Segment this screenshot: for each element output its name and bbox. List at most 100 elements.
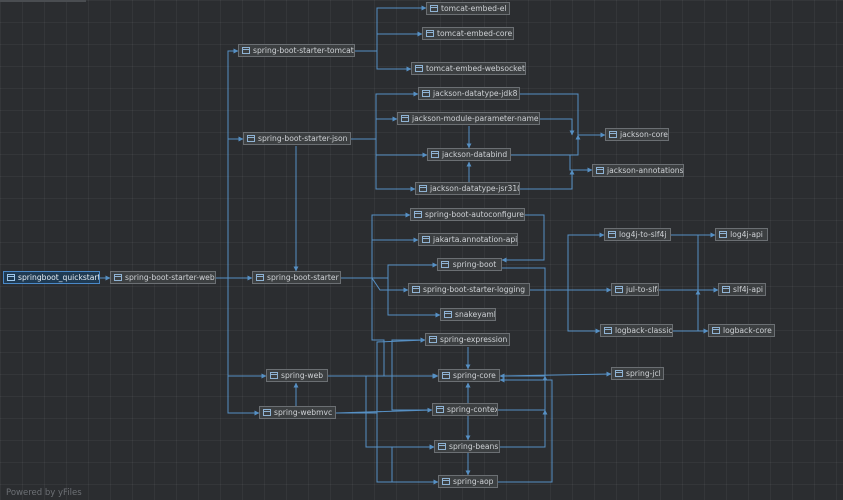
package-icon bbox=[419, 185, 427, 192]
node-label: logback-classic bbox=[615, 326, 673, 335]
node-label: spring-boot-starter-json bbox=[258, 134, 348, 143]
node-label: spring-context bbox=[447, 405, 498, 414]
node-tomcat-embed-websocket[interactable]: tomcat-embed-websocket bbox=[411, 62, 526, 75]
node-springboot-quickstart[interactable]: springboot_quickstart bbox=[3, 271, 100, 284]
node-log4j-api[interactable]: log4j-api bbox=[715, 228, 768, 241]
node-spring-boot-starter-json[interactable]: spring-boot-starter-json bbox=[243, 132, 351, 145]
node-label: slf4j-api bbox=[733, 285, 764, 294]
node-spring-boot[interactable]: spring-boot bbox=[437, 258, 502, 271]
node-label: spring-boot bbox=[452, 260, 497, 269]
package-icon bbox=[442, 478, 450, 485]
package-icon bbox=[436, 406, 444, 413]
node-spring-boot-starter-tomcat[interactable]: spring-boot-starter-tomcat bbox=[238, 44, 355, 57]
dependency-edges bbox=[100, 5, 719, 485]
node-spring-context[interactable]: spring-context bbox=[432, 403, 498, 416]
node-label: jackson-annotations bbox=[607, 166, 684, 175]
package-icon bbox=[722, 286, 730, 293]
package-icon bbox=[429, 336, 437, 343]
package-icon bbox=[604, 327, 612, 334]
node-label: jakarta.annotation-api bbox=[433, 235, 518, 244]
node-spring-boot-starter[interactable]: spring-boot-starter bbox=[252, 271, 341, 284]
node-spring-boot-starter-web[interactable]: spring-boot-starter-web bbox=[110, 271, 216, 284]
node-label: spring-expression bbox=[440, 335, 508, 344]
node-label: springboot_quickstart bbox=[18, 273, 100, 282]
node-label: spring-web bbox=[281, 371, 324, 380]
node-jackson-datatype-jsr310[interactable]: jackson-datatype-jsr310 bbox=[415, 182, 520, 195]
node-label: spring-webmvc bbox=[274, 408, 333, 417]
node-spring-boot-autoconfigure[interactable]: spring-boot-autoconfigure bbox=[410, 208, 525, 221]
node-label: tomcat-embed-el bbox=[441, 4, 507, 13]
package-icon bbox=[444, 311, 452, 318]
package-icon bbox=[247, 135, 255, 142]
node-logback-core[interactable]: logback-core bbox=[708, 324, 775, 337]
package-icon bbox=[415, 65, 423, 72]
package-icon bbox=[426, 30, 434, 37]
node-logback-classic[interactable]: logback-classic bbox=[600, 324, 673, 337]
node-jackson-databind[interactable]: jackson-databind bbox=[427, 148, 511, 161]
package-icon bbox=[719, 231, 727, 238]
node-tomcat-embed-core[interactable]: tomcat-embed-core bbox=[422, 27, 514, 40]
package-icon bbox=[422, 90, 430, 97]
node-label: spring-jcl bbox=[626, 369, 661, 378]
node-label: jackson-datatype-jsr310 bbox=[430, 184, 520, 193]
node-label: spring-beans bbox=[449, 442, 499, 451]
node-label: log4j-to-slf4j bbox=[619, 230, 667, 239]
node-label: spring-boot-starter-logging bbox=[423, 285, 526, 294]
node-label: jul-to-slf4j bbox=[626, 285, 658, 294]
node-spring-web[interactable]: spring-web bbox=[266, 369, 328, 382]
node-spring-webmvc[interactable]: spring-webmvc bbox=[259, 406, 336, 419]
node-label: jackson-databind bbox=[442, 150, 508, 159]
package-icon bbox=[442, 372, 450, 379]
node-spring-boot-starter-logging[interactable]: spring-boot-starter-logging bbox=[408, 283, 530, 296]
node-jul-to-slf4j[interactable]: jul-to-slf4j bbox=[611, 283, 659, 296]
node-label: logback-core bbox=[723, 326, 772, 335]
node-label: tomcat-embed-core bbox=[437, 29, 513, 38]
node-snakeyaml[interactable]: snakeyaml bbox=[440, 308, 496, 321]
package-icon bbox=[412, 286, 420, 293]
node-label: spring-boot-starter bbox=[267, 273, 339, 282]
node-tomcat-embed-el[interactable]: tomcat-embed-el bbox=[426, 2, 510, 15]
package-icon bbox=[608, 231, 616, 238]
node-spring-jcl[interactable]: spring-jcl bbox=[611, 367, 664, 380]
node-jackson-module-parameter-names[interactable]: jackson-module-parameter-names bbox=[397, 112, 540, 125]
package-icon bbox=[609, 131, 617, 138]
node-jackson-datatype-jdk8[interactable]: jackson-datatype-jdk8 bbox=[418, 87, 520, 100]
package-icon bbox=[414, 211, 422, 218]
node-jakarta-annotation-api[interactable]: jakarta.annotation-api bbox=[418, 233, 518, 246]
node-spring-aop[interactable]: spring-aop bbox=[438, 475, 498, 488]
node-label: snakeyaml bbox=[455, 310, 496, 319]
node-spring-expression[interactable]: spring-expression bbox=[425, 333, 510, 346]
node-label: spring-boot-autoconfigure bbox=[425, 210, 524, 219]
node-log4j-to-slf4j[interactable]: log4j-to-slf4j bbox=[604, 228, 671, 241]
package-icon bbox=[401, 115, 409, 122]
package-icon bbox=[263, 409, 271, 416]
powered-by-footer: Powered by yFiles bbox=[6, 488, 82, 498]
node-label: log4j-api bbox=[730, 230, 763, 239]
node-label: spring-boot-starter-tomcat bbox=[253, 46, 354, 55]
package-icon bbox=[7, 274, 15, 281]
package-icon bbox=[422, 236, 430, 243]
package-icon bbox=[431, 151, 439, 158]
node-label: tomcat-embed-websocket bbox=[426, 64, 525, 73]
package-icon bbox=[615, 370, 623, 377]
package-icon bbox=[114, 274, 122, 281]
package-icon bbox=[712, 327, 720, 334]
package-icon bbox=[242, 47, 250, 54]
node-jackson-annotations[interactable]: jackson-annotations bbox=[592, 164, 684, 177]
package-icon bbox=[596, 167, 604, 174]
package-icon bbox=[615, 286, 623, 293]
package-icon bbox=[438, 443, 446, 450]
node-label: spring-boot-starter-web bbox=[125, 273, 215, 282]
package-icon bbox=[270, 372, 278, 379]
node-label: spring-core bbox=[453, 371, 496, 380]
node-spring-beans[interactable]: spring-beans bbox=[434, 440, 500, 453]
package-icon bbox=[256, 274, 264, 281]
node-label: jackson-datatype-jdk8 bbox=[433, 89, 518, 98]
node-label: jackson-core bbox=[620, 130, 668, 139]
package-icon bbox=[441, 261, 449, 268]
node-spring-core[interactable]: spring-core bbox=[438, 369, 500, 382]
node-jackson-core[interactable]: jackson-core bbox=[605, 128, 669, 141]
node-slf4j-api[interactable]: slf4j-api bbox=[718, 283, 766, 296]
package-icon bbox=[430, 5, 438, 12]
node-label: spring-aop bbox=[453, 477, 494, 486]
